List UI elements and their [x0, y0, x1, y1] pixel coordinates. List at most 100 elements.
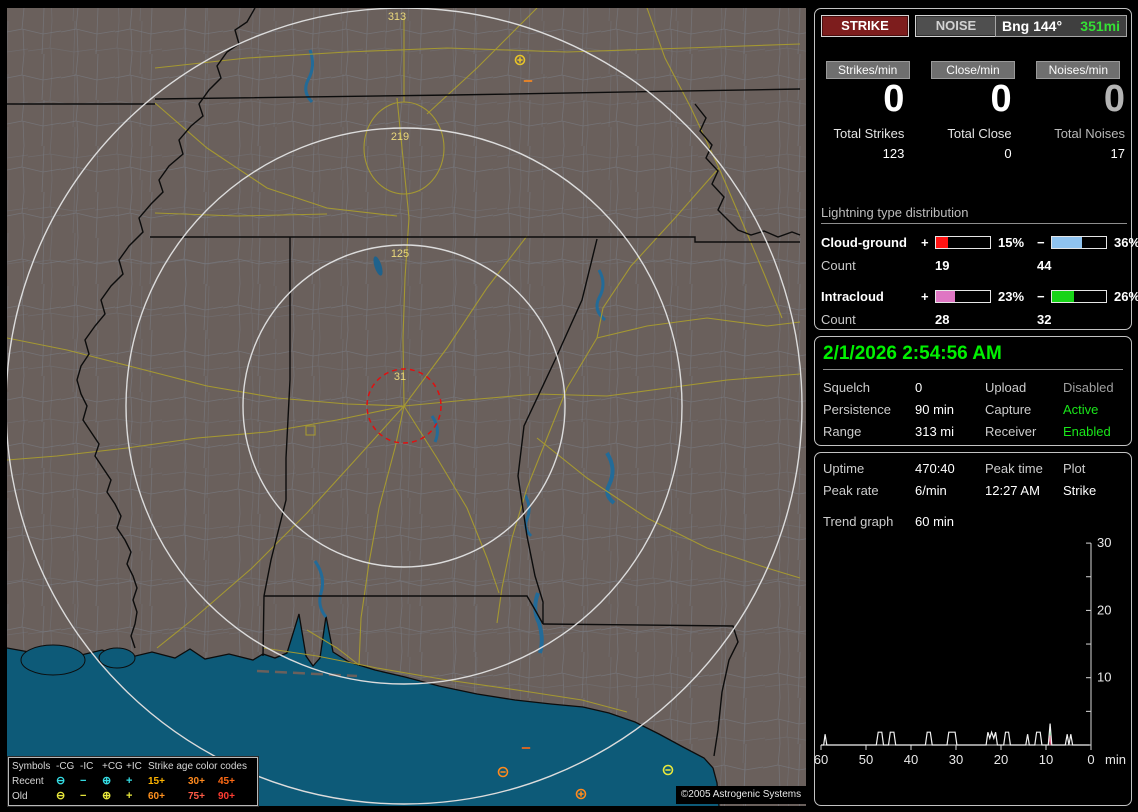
status-grid: Squelch 0 Upload Disabled Persistence 90…	[823, 380, 1123, 439]
svg-text:0: 0	[1087, 752, 1094, 767]
svg-text:40: 40	[904, 752, 918, 767]
svg-text:50: 50	[859, 752, 873, 767]
legend-col-nic: -IC	[80, 760, 94, 772]
plus-icon: +	[126, 790, 133, 802]
close-rate-value: 0	[990, 78, 1012, 120]
receiver-label: Receiver	[985, 424, 1037, 439]
noises-per-min-chip: Noises/min	[1036, 61, 1121, 79]
circle-minus-icon: ⊖	[56, 775, 66, 787]
receiver-status: Enabled	[1063, 424, 1111, 439]
strikes-counter: Strikes/min 0 Total Strikes 123	[815, 61, 920, 161]
ic-plus-bar	[935, 289, 991, 303]
legend-row-old-label: Old	[12, 790, 28, 802]
plus-sign: +	[921, 234, 929, 250]
minus-icon: −	[80, 790, 87, 802]
intracloud-label: Intracloud	[821, 288, 884, 304]
ring-label-31: 31	[394, 371, 406, 383]
rate-counters: Strikes/min 0 Total Strikes 123 Close/mi…	[815, 61, 1131, 161]
intracloud-row: Intracloud + 23% − 26%	[821, 285, 1138, 307]
legend-row-recent-label: Recent	[12, 775, 44, 787]
persistence-value: 90 min	[915, 402, 955, 417]
capture-label: Capture	[985, 402, 1032, 417]
age-badge-75: 75+	[188, 790, 205, 802]
legend-col-pic: +IC	[126, 760, 142, 772]
persistence-label: Persistence	[823, 402, 891, 417]
svg-text:30: 30	[1097, 535, 1111, 550]
close-counter: Close/min 0 Total Close 0	[920, 61, 1025, 161]
cloud-ground-row: Cloud-ground + 15% − 36%	[821, 231, 1138, 253]
range-value: 313 mi	[915, 424, 955, 439]
upload-status: Disabled	[1063, 380, 1114, 395]
capture-status: Active	[1063, 402, 1099, 417]
cg-plus-pct: 15%	[998, 234, 1025, 250]
plus-icon: +	[126, 775, 133, 787]
upload-label: Upload	[985, 380, 1027, 395]
ring-label-125: 125	[391, 248, 409, 260]
cg-plus-bar	[935, 235, 991, 249]
minus-sign: −	[1037, 288, 1045, 304]
ring-label-313: 313	[388, 11, 406, 23]
total-strikes-label: Total Strikes	[833, 125, 905, 141]
bearing-distance: 351mi	[1080, 18, 1120, 34]
squelch-value: 0	[915, 380, 923, 395]
age-badge-15: 15+	[148, 775, 165, 787]
ic-minus-bar	[1051, 289, 1107, 303]
lightning-distribution: Lightning type distribution Cloud-ground…	[821, 205, 1138, 331]
strike-trend-chart: 10 20 30 60 50 40 30 20 10 0 min	[814, 535, 1126, 767]
bearing-value: Bng 144°	[1002, 18, 1063, 34]
map-canvas[interactable]: 313 219 125 31	[7, 8, 806, 806]
plus-sign: +	[921, 288, 929, 304]
total-close-value: 0	[1004, 145, 1012, 161]
circle-plus-icon: ⊕	[102, 790, 112, 802]
squelch-label: Squelch	[823, 380, 870, 395]
svg-text:min: min	[1105, 752, 1126, 767]
cloud-ground-count-row: Count 19 44	[821, 253, 1127, 277]
uptime-trend-panel: Uptime 470:40 Peak time Plot Peak rate 6…	[814, 452, 1132, 806]
ic-minus-pct: 26%	[1114, 288, 1138, 304]
ring-label-219: 219	[391, 131, 409, 143]
count-label: Count	[821, 257, 856, 273]
legend-col-ncg: -CG	[56, 760, 75, 772]
svg-text:10: 10	[1039, 752, 1053, 767]
svg-text:20: 20	[994, 752, 1008, 767]
range-label: Range	[823, 424, 862, 439]
noises-rate-value: 0	[1103, 78, 1125, 120]
circle-minus-icon: ⊖	[56, 790, 66, 802]
legend-age-header: Strike age color codes	[148, 760, 247, 772]
age-badge-30: 30+	[188, 775, 205, 787]
strike-mode-button[interactable]: STRIKE	[821, 15, 909, 37]
total-strikes-value: 123	[882, 145, 905, 161]
bearing-readout: Bng 144° 351mi	[995, 15, 1127, 37]
count-label: Count	[821, 311, 856, 327]
total-noises-label: Total Noises	[1054, 125, 1125, 141]
svg-text:20: 20	[1097, 602, 1111, 617]
age-badge-45: 45+	[218, 775, 235, 787]
legend-col-pcg: +CG	[102, 760, 123, 772]
strike-legend: Symbols -CG -IC +CG +IC Strike age color…	[7, 756, 259, 807]
svg-text:30: 30	[949, 752, 963, 767]
ic-plus-count: 28	[935, 311, 950, 327]
legend-symbols-header: Symbols	[12, 760, 51, 772]
cg-minus-pct: 36%	[1114, 234, 1138, 250]
copyright-text: ©2005 Astrogenic Systems	[676, 786, 806, 804]
cg-minus-bar	[1051, 235, 1107, 249]
svg-text:60: 60	[814, 752, 828, 767]
strikes-rate-value: 0	[883, 78, 905, 120]
svg-text:10: 10	[1097, 670, 1111, 685]
age-badge-90: 90+	[218, 790, 235, 802]
total-close-label: Total Close	[947, 125, 1012, 141]
noise-mode-button[interactable]: NOISE	[915, 15, 997, 37]
cg-plus-count: 19	[935, 257, 950, 273]
ic-plus-pct: 23%	[998, 288, 1025, 304]
noises-counter: Noises/min 0 Total Noises 17	[1026, 61, 1131, 161]
strikes-per-min-chip: Strikes/min	[825, 61, 910, 79]
age-badge-60: 60+	[148, 790, 165, 802]
circle-plus-icon: ⊕	[102, 775, 112, 787]
cloud-ground-label: Cloud-ground	[821, 234, 907, 250]
close-per-min-chip: Close/min	[930, 61, 1015, 79]
intracloud-count-row: Count 28 32	[821, 307, 1127, 331]
minus-icon: −	[80, 775, 87, 787]
total-noises-value: 17	[1110, 145, 1125, 161]
system-status-panel: 2/1/2026 2:54:56 AM Squelch 0 Upload Dis…	[814, 336, 1132, 446]
datetime-readout: 2/1/2026 2:54:56 AM	[823, 343, 1123, 370]
